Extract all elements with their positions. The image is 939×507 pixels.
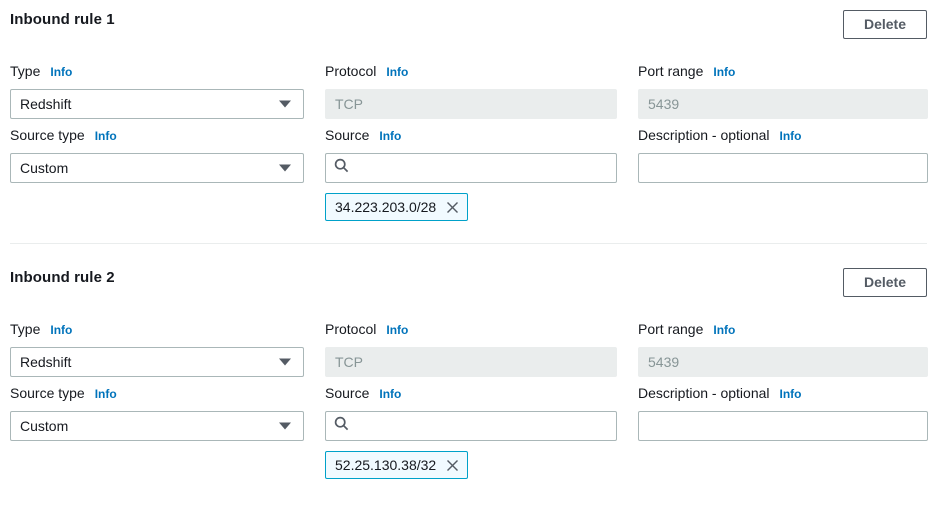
source-type-select[interactable]: Custom xyxy=(10,153,304,183)
source-input[interactable] xyxy=(356,418,608,434)
source-info-link[interactable]: Info xyxy=(379,387,401,401)
rule-header: Inbound rule 2 Delete xyxy=(10,267,927,305)
rule-fields-grid: Type Info Redshift Protocol Info TCP xyxy=(10,63,927,229)
description-label: Description - optional xyxy=(638,385,770,401)
source-type-info-link[interactable]: Info xyxy=(95,129,117,143)
description-field: Description - optional Info xyxy=(638,127,928,221)
rule-divider xyxy=(10,243,927,244)
protocol-label-row: Protocol Info xyxy=(325,321,617,338)
rule-fields-grid: Type Info Redshift Protocol Info TCP xyxy=(10,321,927,487)
port-range-label: Port range xyxy=(638,321,703,337)
source-cidr-token: 34.223.203.0/28 xyxy=(325,193,468,221)
source-type-label-row: Source type Info xyxy=(10,385,304,402)
description-info-link[interactable]: Info xyxy=(780,387,802,401)
source-type-label: Source type xyxy=(10,385,85,401)
search-icon xyxy=(334,158,349,178)
source-type-label-row: Source type Info xyxy=(10,127,304,144)
port-range-info-link[interactable]: Info xyxy=(713,65,735,79)
source-search-box[interactable] xyxy=(325,411,617,441)
port-range-info-link[interactable]: Info xyxy=(713,323,735,337)
protocol-label: Protocol xyxy=(325,321,376,337)
protocol-value: TCP xyxy=(325,89,617,119)
type-label-row: Type Info xyxy=(10,63,304,80)
port-range-label-row: Port range Info xyxy=(638,63,928,80)
source-field: Source Info 52.25.130.38/32 xyxy=(325,385,617,479)
port-range-value: 5439 xyxy=(638,347,928,377)
source-info-link[interactable]: Info xyxy=(379,129,401,143)
chevron-down-icon xyxy=(279,100,291,108)
type-select-value: Redshift xyxy=(20,96,71,112)
port-range-value: 5439 xyxy=(638,89,928,119)
protocol-field: Protocol Info TCP xyxy=(325,63,617,119)
close-icon[interactable] xyxy=(445,458,460,473)
source-label: Source xyxy=(325,127,369,143)
type-select-value: Redshift xyxy=(20,354,71,370)
description-label-row: Description - optional Info xyxy=(638,127,928,144)
source-type-label: Source type xyxy=(10,127,85,143)
type-info-link[interactable]: Info xyxy=(50,65,72,79)
source-cidr-token: 52.25.130.38/32 xyxy=(325,451,468,479)
source-label-row: Source Info xyxy=(325,385,617,402)
type-select[interactable]: Redshift xyxy=(10,89,304,119)
chevron-down-icon xyxy=(279,422,291,430)
description-label: Description - optional xyxy=(638,127,770,143)
source-label-row: Source Info xyxy=(325,127,617,144)
inbound-rule-2-section: Inbound rule 2 Delete Type Info Redshift xyxy=(10,267,927,487)
chevron-down-icon xyxy=(279,358,291,366)
protocol-value: TCP xyxy=(325,347,617,377)
type-info-link[interactable]: Info xyxy=(50,323,72,337)
source-search-box[interactable] xyxy=(325,153,617,183)
close-icon[interactable] xyxy=(445,200,460,215)
rule-header: Inbound rule 1 Delete xyxy=(10,9,927,47)
type-field: Type Info Redshift xyxy=(10,63,304,119)
port-range-label: Port range xyxy=(638,63,703,79)
source-input[interactable] xyxy=(356,160,608,176)
source-type-select-value: Custom xyxy=(20,160,68,176)
search-icon xyxy=(334,416,349,436)
type-select[interactable]: Redshift xyxy=(10,347,304,377)
type-label: Type xyxy=(10,63,40,79)
source-cidr-token-label: 34.223.203.0/28 xyxy=(335,199,436,215)
chevron-down-icon xyxy=(279,164,291,172)
type-field: Type Info Redshift xyxy=(10,321,304,377)
source-cidr-token-label: 52.25.130.38/32 xyxy=(335,457,436,473)
port-range-field: Port range Info 5439 xyxy=(638,321,928,377)
source-type-select[interactable]: Custom xyxy=(10,411,304,441)
protocol-info-link[interactable]: Info xyxy=(386,323,408,337)
source-field: Source Info 34.223.203.0/28 xyxy=(325,127,617,221)
port-range-label-row: Port range Info xyxy=(638,321,928,338)
description-label-row: Description - optional Info xyxy=(638,385,928,402)
protocol-field: Protocol Info TCP xyxy=(325,321,617,377)
inbound-rules-form: Inbound rule 1 Delete Type Info Redshift xyxy=(0,0,939,507)
source-label: Source xyxy=(325,385,369,401)
port-range-field: Port range Info 5439 xyxy=(638,63,928,119)
protocol-label-row: Protocol Info xyxy=(325,63,617,80)
protocol-info-link[interactable]: Info xyxy=(386,65,408,79)
source-type-info-link[interactable]: Info xyxy=(95,387,117,401)
description-input[interactable] xyxy=(638,411,928,441)
type-label: Type xyxy=(10,321,40,337)
description-input[interactable] xyxy=(638,153,928,183)
description-field: Description - optional Info xyxy=(638,385,928,479)
description-info-link[interactable]: Info xyxy=(780,129,802,143)
delete-rule-button[interactable]: Delete xyxy=(843,10,927,39)
type-label-row: Type Info xyxy=(10,321,304,338)
rule-title: Inbound rule 2 xyxy=(10,267,115,286)
source-type-select-value: Custom xyxy=(20,418,68,434)
rule-title: Inbound rule 1 xyxy=(10,9,115,28)
protocol-label: Protocol xyxy=(325,63,376,79)
source-type-field: Source type Info Custom xyxy=(10,385,304,479)
source-type-field: Source type Info Custom xyxy=(10,127,304,221)
delete-rule-button[interactable]: Delete xyxy=(843,268,927,297)
inbound-rule-1-section: Inbound rule 1 Delete Type Info Redshift xyxy=(10,9,927,229)
